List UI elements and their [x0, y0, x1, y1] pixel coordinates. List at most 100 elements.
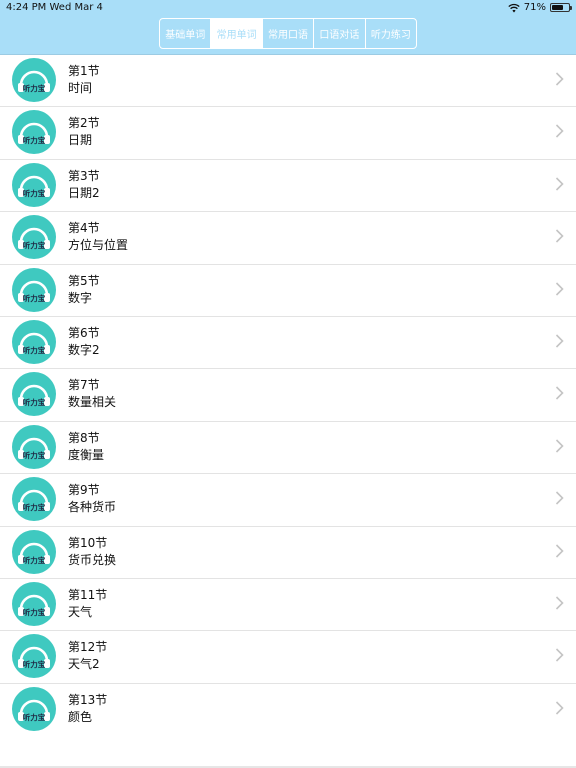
lesson-title: 第8节 [68, 430, 100, 445]
lesson-text: 第7节数量相关 [68, 377, 116, 411]
lesson-subtitle: 数量相关 [68, 395, 117, 410]
battery-fill [552, 5, 564, 10]
headphones-logo-icon: 听力宝 [12, 686, 56, 731]
header: 4:24 PM Wed Mar 4 71% 基础单词 常用单词 常用口语 口语对… [0, 0, 576, 55]
lesson-text: 第2节日期 [68, 115, 100, 149]
lesson-title: 第3节 [68, 168, 100, 183]
chevron-right-icon [555, 334, 564, 348]
lesson-subtitle: 数字2 [68, 342, 100, 357]
lesson-text: 第9节各种货币 [68, 482, 116, 516]
chevron-right-icon [555, 596, 564, 610]
lesson-row[interactable]: 听力宝 第9节各种货币 [0, 474, 576, 527]
lesson-subtitle: 时间 [68, 81, 93, 95]
lesson-row[interactable]: 听力宝 第12节天气2 [0, 631, 576, 684]
lesson-title: 第4节 [68, 221, 100, 236]
logo-text: 听力宝 [23, 293, 46, 303]
logo-text: 听力宝 [23, 397, 46, 407]
logo-text: 听力宝 [23, 502, 46, 512]
status-date: Wed Mar 4 [49, 2, 103, 13]
lesson-title: 第5节 [68, 273, 100, 288]
chevron-right-icon [555, 281, 564, 296]
chevron-right-icon [555, 491, 564, 505]
lesson-subtitle: 颜色 [68, 709, 93, 724]
lesson-title: 第11节 [68, 587, 108, 602]
chevron-right-icon [555, 177, 564, 191]
logo-text: 听力宝 [23, 83, 46, 93]
lesson-row[interactable]: 听力宝 第10节货币兑换 [0, 527, 576, 579]
lesson-text: 第3节 日期2 [68, 168, 100, 202]
logo-text: 听力宝 [23, 188, 46, 198]
chevron-right-icon [555, 72, 564, 86]
lesson-title: 第7节 [68, 378, 100, 393]
chevron-right-icon [555, 229, 564, 243]
chevron-right-icon [555, 543, 564, 558]
lesson-title: 第1节 [68, 64, 100, 78]
category-segmented-control: 基础单词 常用单词 常用口语 口语对话 听力练习 [159, 18, 417, 49]
lesson-list: 听力宝 第1节 时间 听力宝 第2节 日期 听力宝 第3节 日期2 听力宝 第4节 方位与位置 听力宝第… [0, 55, 576, 736]
lesson-row[interactable]: 听力宝 第6节 数字2 [0, 317, 576, 370]
logo-text: 听力宝 [23, 607, 46, 617]
headphones-logo-icon: 听力宝 [12, 58, 56, 102]
tab-basic-words[interactable]: 基础单词 [160, 19, 212, 48]
battery-percent: 71% [523, 2, 546, 13]
headphones-logo-icon: 听力宝 [12, 529, 56, 574]
wifi-icon [508, 3, 520, 12]
logo-text: 听力宝 [23, 135, 46, 145]
lesson-row[interactable]: 听力宝 第8节度衡量 [0, 422, 576, 475]
lesson-text: 第1节时间 [68, 63, 100, 97]
lesson-text: 第5节数字 [68, 273, 100, 307]
chevron-right-icon [555, 648, 564, 662]
battery-icon [550, 3, 572, 12]
lesson-row[interactable]: 听力宝 第3节 日期2 [0, 160, 576, 213]
status-time: 4:24 PM [6, 2, 47, 13]
logo-text: 听力宝 [23, 555, 46, 565]
lesson-text: 第8节度衡量 [68, 430, 104, 464]
tab-dialogues[interactable]: 口语对话 [314, 19, 366, 48]
lesson-subtitle: 各种货币 [68, 500, 117, 515]
headphones-logo-icon: 听力宝 [12, 372, 56, 417]
lesson-title: 第12节 [68, 640, 108, 655]
lesson-title: 第10节 [68, 535, 108, 550]
tab-listening-practice[interactable]: 听力练习 [366, 19, 416, 48]
headphones-logo-icon: 听力宝 [12, 424, 56, 469]
status-time-date: 4:24 PM Wed Mar 4 [6, 2, 103, 13]
lesson-row[interactable]: 听力宝 第2节日期 [0, 107, 576, 160]
chevron-right-icon [555, 124, 564, 138]
lesson-subtitle: 方位与位置 [68, 238, 129, 253]
lesson-title: 第2节 [68, 116, 100, 131]
headphones-logo-icon: 听力宝 [12, 319, 56, 364]
lesson-text: 第6节 数字2 [68, 325, 100, 359]
lesson-title: 第13节 [68, 692, 108, 707]
lesson-subtitle: 度衡量 [68, 447, 105, 462]
tab-common-words[interactable]: 常用单词 [211, 19, 263, 48]
lesson-subtitle: 天气2 [68, 657, 100, 672]
logo-text: 听力宝 [23, 712, 46, 722]
headphones-logo-icon: 听力宝 [12, 215, 56, 260]
lesson-title: 第9节 [68, 483, 100, 498]
lesson-row[interactable]: 听力宝 第1节时间 [0, 55, 576, 108]
headphones-logo-icon: 听力宝 [12, 267, 56, 312]
lesson-text: 第10节货币兑换 [68, 535, 116, 569]
lesson-text: 第4节方位与位置 [68, 220, 128, 254]
lesson-row[interactable]: 听力宝 第4节方位与位置 [0, 212, 576, 265]
lesson-text: 第11节天气 [68, 587, 107, 621]
logo-text: 听力宝 [23, 240, 46, 250]
status-bar: 4:24 PM Wed Mar 4 71% [0, 0, 576, 16]
logo-text: 听力宝 [23, 659, 46, 669]
lesson-row[interactable]: 听力宝 第7节数量相关 [0, 369, 576, 422]
headphones-logo-icon: 听力宝 [12, 110, 56, 155]
lesson-row[interactable]: 听力宝 第11节天气 [0, 579, 576, 632]
lesson-subtitle: 日期2 [68, 185, 100, 200]
lesson-subtitle: 数字 [68, 290, 93, 305]
lesson-subtitle: 天气 [68, 604, 93, 619]
status-indicators: 71% [508, 2, 572, 13]
logo-text: 听力宝 [23, 450, 46, 460]
chevron-right-icon [555, 386, 564, 400]
lesson-row[interactable]: 听力宝 第13节颜色 [0, 684, 576, 736]
tab-common-phrases[interactable]: 常用口语 [263, 19, 315, 48]
lesson-text: 第12节天气2 [68, 639, 107, 673]
lesson-subtitle: 日期 [68, 133, 93, 148]
headphones-logo-icon: 听力宝 [12, 162, 56, 207]
lesson-subtitle: 货币兑换 [68, 552, 117, 567]
lesson-row[interactable]: 听力宝 第5节数字 [0, 265, 576, 317]
